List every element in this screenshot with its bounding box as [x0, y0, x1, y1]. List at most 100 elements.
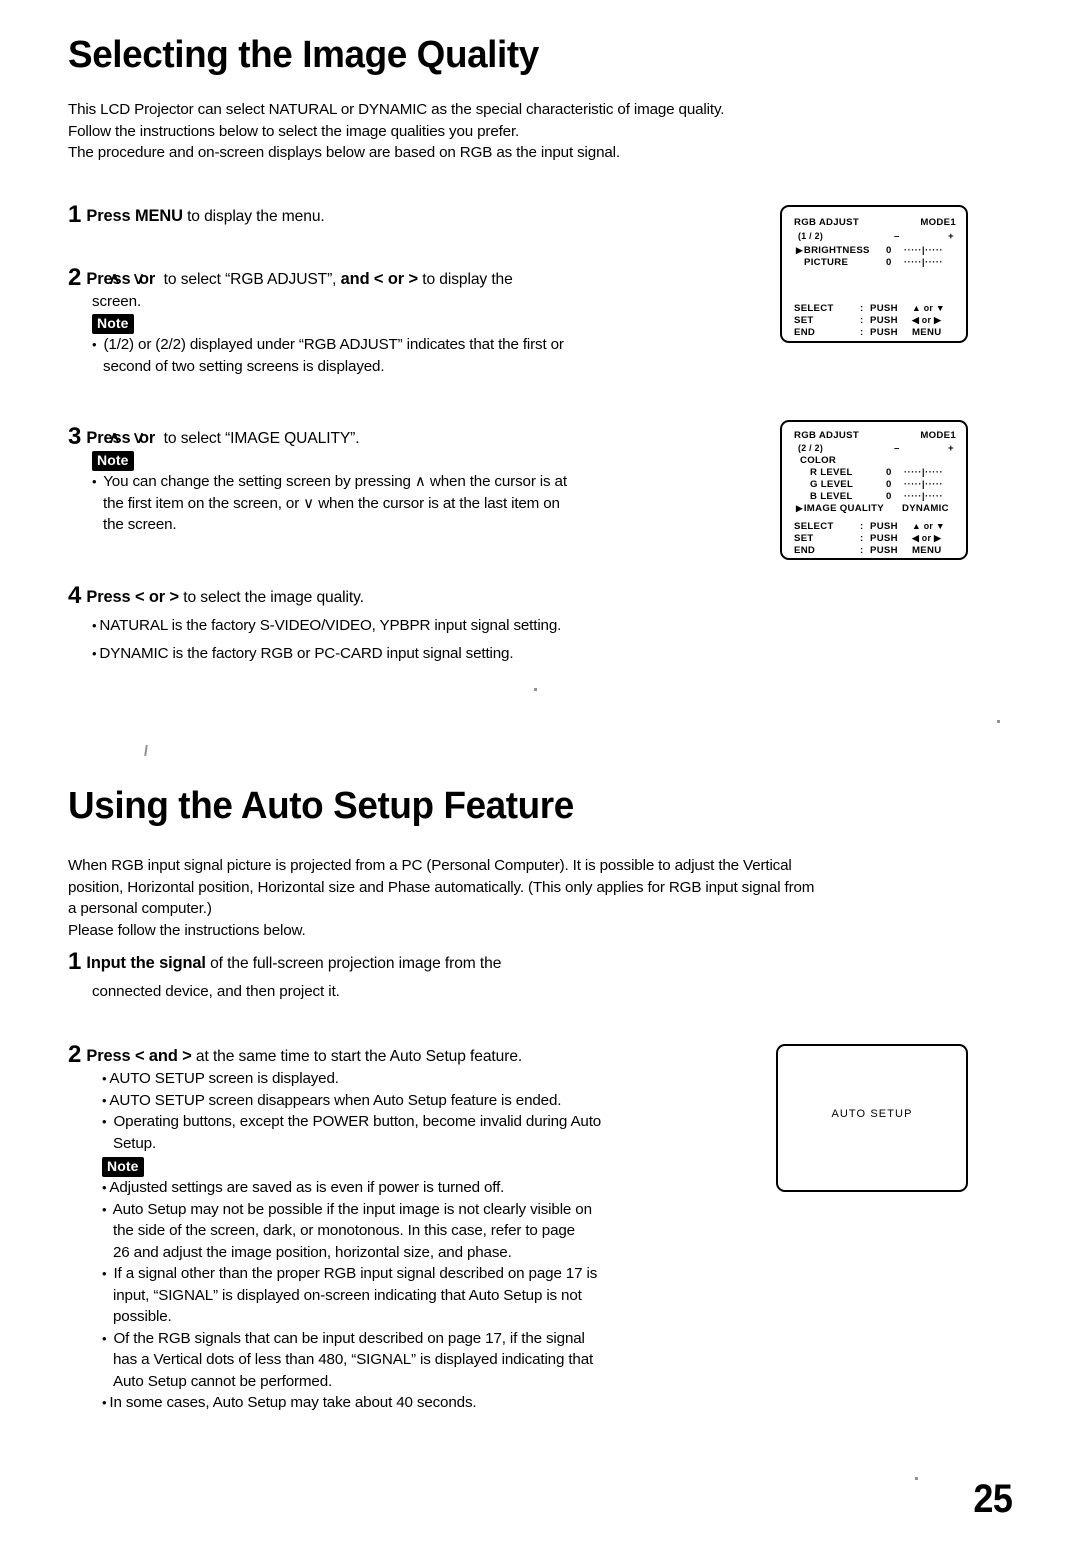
- osd-title: RGB ADJUST: [794, 217, 860, 228]
- step-heading: 4 Press < or > to select the image qualit…: [68, 584, 768, 609]
- step-number: 1: [68, 948, 82, 975]
- osd-screen-rgb-adjust-page-2: RGB ADJUST MODE1 (2 / 2) – + COLOR R LEV…: [780, 420, 968, 560]
- step-bold-text: Press MENU: [86, 207, 183, 225]
- scan-artifact: [534, 688, 537, 691]
- osd-slider-b-level: ·····|·····: [904, 491, 944, 501]
- list-item: If a signal other than the proper RGB in…: [102, 1263, 768, 1328]
- osd-item-picture[interactable]: PICTURE: [804, 257, 848, 268]
- osd-legend-action: PUSH: [870, 521, 898, 532]
- list-item: Of the RGB signals that can be input des…: [102, 1328, 768, 1393]
- osd-item-value: 0: [886, 245, 892, 256]
- osd-legend-action: PUSH: [870, 545, 898, 556]
- step-rest-text: of the full-screen projection image from…: [205, 955, 502, 972]
- cursor-right-icon: ▶: [796, 245, 803, 255]
- step-2-select-rgb-adjust: 2 Press ∧ or ∨ to select “RGB ADJUST”, an…: [68, 266, 768, 377]
- step-number: 4: [68, 582, 82, 609]
- note-line: You can change the setting screen by pre…: [103, 473, 567, 490]
- osd-screen-auto-setup: AUTO SETUP: [776, 1044, 968, 1192]
- osd-item-value: 0: [886, 257, 892, 268]
- intro-line: When RGB input signal picture is project…: [68, 857, 792, 874]
- osd-item-g-level[interactable]: G LEVEL: [810, 479, 853, 490]
- intro-line: The procedure and on-screen displays bel…: [68, 144, 620, 161]
- note-container: Note: [68, 451, 768, 471]
- step-rest-text: to display the menu.: [182, 208, 325, 225]
- step-bold-text-2: and < or >: [340, 270, 418, 288]
- osd-item-value: 0: [886, 479, 892, 490]
- step-rest-text: to display the: [417, 271, 513, 288]
- osd-legend-action: PUSH: [870, 533, 898, 544]
- bullet-line: Setup.: [113, 1134, 157, 1152]
- osd-slider-r-level: ·····|·····: [904, 467, 944, 477]
- cursor-right-icon: ▶: [796, 503, 803, 513]
- intro-paragraph-image-quality: This LCD Projector can select NATURAL or…: [68, 99, 948, 164]
- note-badge: Note: [92, 451, 134, 471]
- osd-legend-action: PUSH: [870, 315, 898, 326]
- note-line: the side of the screen, dark, or monoton…: [113, 1222, 575, 1239]
- step-mid-text: to select “RGB ADJUST”,: [159, 271, 341, 288]
- list-item: AUTO SETUP screen is displayed.: [102, 1068, 768, 1090]
- osd-item-value-image-quality: DYNAMIC: [902, 503, 949, 514]
- osd-mode-label: MODE1: [920, 430, 956, 441]
- step-number: 2: [68, 264, 82, 291]
- step-rest-text: to select the image quality.: [179, 589, 364, 606]
- note-line: If a signal other than the proper RGB in…: [113, 1265, 598, 1282]
- autosetup-step-1-input-signal: 1 Input the signal of the full-screen pro…: [68, 950, 768, 1003]
- osd-legend-keys: ◀ or ▶: [912, 533, 942, 543]
- osd-item-label: IMAGE QUALITY: [803, 503, 884, 514]
- step-continuation: connected device, and then project it.: [92, 983, 340, 1000]
- note-line: has a Vertical dots of less than 480, “S…: [113, 1351, 594, 1368]
- osd-legend-action: PUSH: [870, 327, 898, 338]
- step-heading: 2 Press ∧ or ∨ to select “RGB ADJUST”, an…: [68, 264, 513, 291]
- osd-mode-label: MODE1: [920, 217, 956, 228]
- osd-legend-keys: ▲ or ▼: [912, 303, 945, 313]
- osd-legend-sep: :: [860, 303, 864, 314]
- step-number: 3: [68, 423, 82, 450]
- osd-item-label: PICTURE: [804, 257, 849, 268]
- osd-legend-sep: :: [860, 545, 864, 556]
- osd-title: RGB ADJUST: [794, 430, 860, 441]
- osd-legend-key: SET: [794, 533, 814, 544]
- osd-legend-sep: :: [860, 533, 864, 544]
- bullet-line: Operating buttons, except the POWER butt…: [113, 1113, 602, 1130]
- osd-minus-label: –: [894, 231, 900, 242]
- step-bullet-list: AUTO SETUP screen is displayed. AUTO SET…: [68, 1068, 768, 1154]
- step-heading: 2 Press < and > at the same time to start…: [68, 1043, 768, 1068]
- note-line: the first item on the screen, or ∨ when …: [103, 494, 560, 512]
- osd-legend-keys: MENU: [912, 327, 942, 338]
- step-heading: 3 Press ∧ or ∨ to select “IMAGE QUALITY”.: [68, 423, 360, 450]
- osd-legend-key: SELECT: [794, 303, 834, 314]
- osd-legend-keys: ◀ or ▶: [912, 315, 942, 325]
- page-title-using-auto-setup: Using the Auto Setup Feature: [68, 785, 574, 827]
- note-container: Note: [68, 314, 768, 334]
- note-line: possible.: [113, 1308, 172, 1325]
- autosetup-step-2-press-left-right: 2 Press < and > at the same time to start…: [68, 1043, 768, 1414]
- note-bullet-list: Adjusted settings are saved as is even i…: [68, 1177, 768, 1414]
- list-item: Auto Setup may not be possible if the in…: [102, 1199, 768, 1264]
- list-item: Operating buttons, except the POWER butt…: [102, 1111, 768, 1154]
- osd-plus-label: +: [948, 231, 954, 242]
- intro-line: a personal computer.): [68, 900, 212, 917]
- step-bold-text: Press < or >: [86, 588, 180, 606]
- osd-slider-picture: ·····|·····: [904, 257, 944, 267]
- osd-item-image-quality[interactable]: ▶IMAGE QUALITY: [796, 503, 884, 514]
- scan-artifact: [997, 720, 1000, 723]
- note-line: Auto Setup cannot be performed.: [113, 1372, 333, 1390]
- step-number: 1: [68, 201, 82, 228]
- osd-item-value: 0: [886, 491, 892, 502]
- auto-setup-label: AUTO SETUP: [831, 1108, 913, 1120]
- osd-group-label-color: COLOR: [800, 455, 837, 466]
- list-item: You can change the setting screen by pre…: [92, 471, 768, 536]
- osd-slider-g-level: ·····|·····: [904, 479, 944, 489]
- osd-item-r-level[interactable]: R LEVEL: [810, 467, 853, 478]
- osd-legend-key: SELECT: [794, 521, 834, 532]
- osd-legend-key: SET: [794, 315, 814, 326]
- note-bullet-list: You can change the setting screen by pre…: [68, 471, 768, 536]
- note-line: (1/2) or (2/2) displayed under “RGB ADJU…: [103, 336, 564, 353]
- list-item: AUTO SETUP screen disappears when Auto S…: [102, 1090, 768, 1112]
- list-item: DYNAMIC is the factory RGB or PC-CARD in…: [92, 643, 768, 665]
- osd-item-brightness[interactable]: ▶BRIGHTNESS: [796, 245, 870, 256]
- osd-item-label: G LEVEL: [810, 479, 854, 490]
- osd-item-b-level[interactable]: B LEVEL: [810, 491, 853, 502]
- note-badge: Note: [102, 1157, 144, 1177]
- note-line: the screen.: [103, 516, 177, 533]
